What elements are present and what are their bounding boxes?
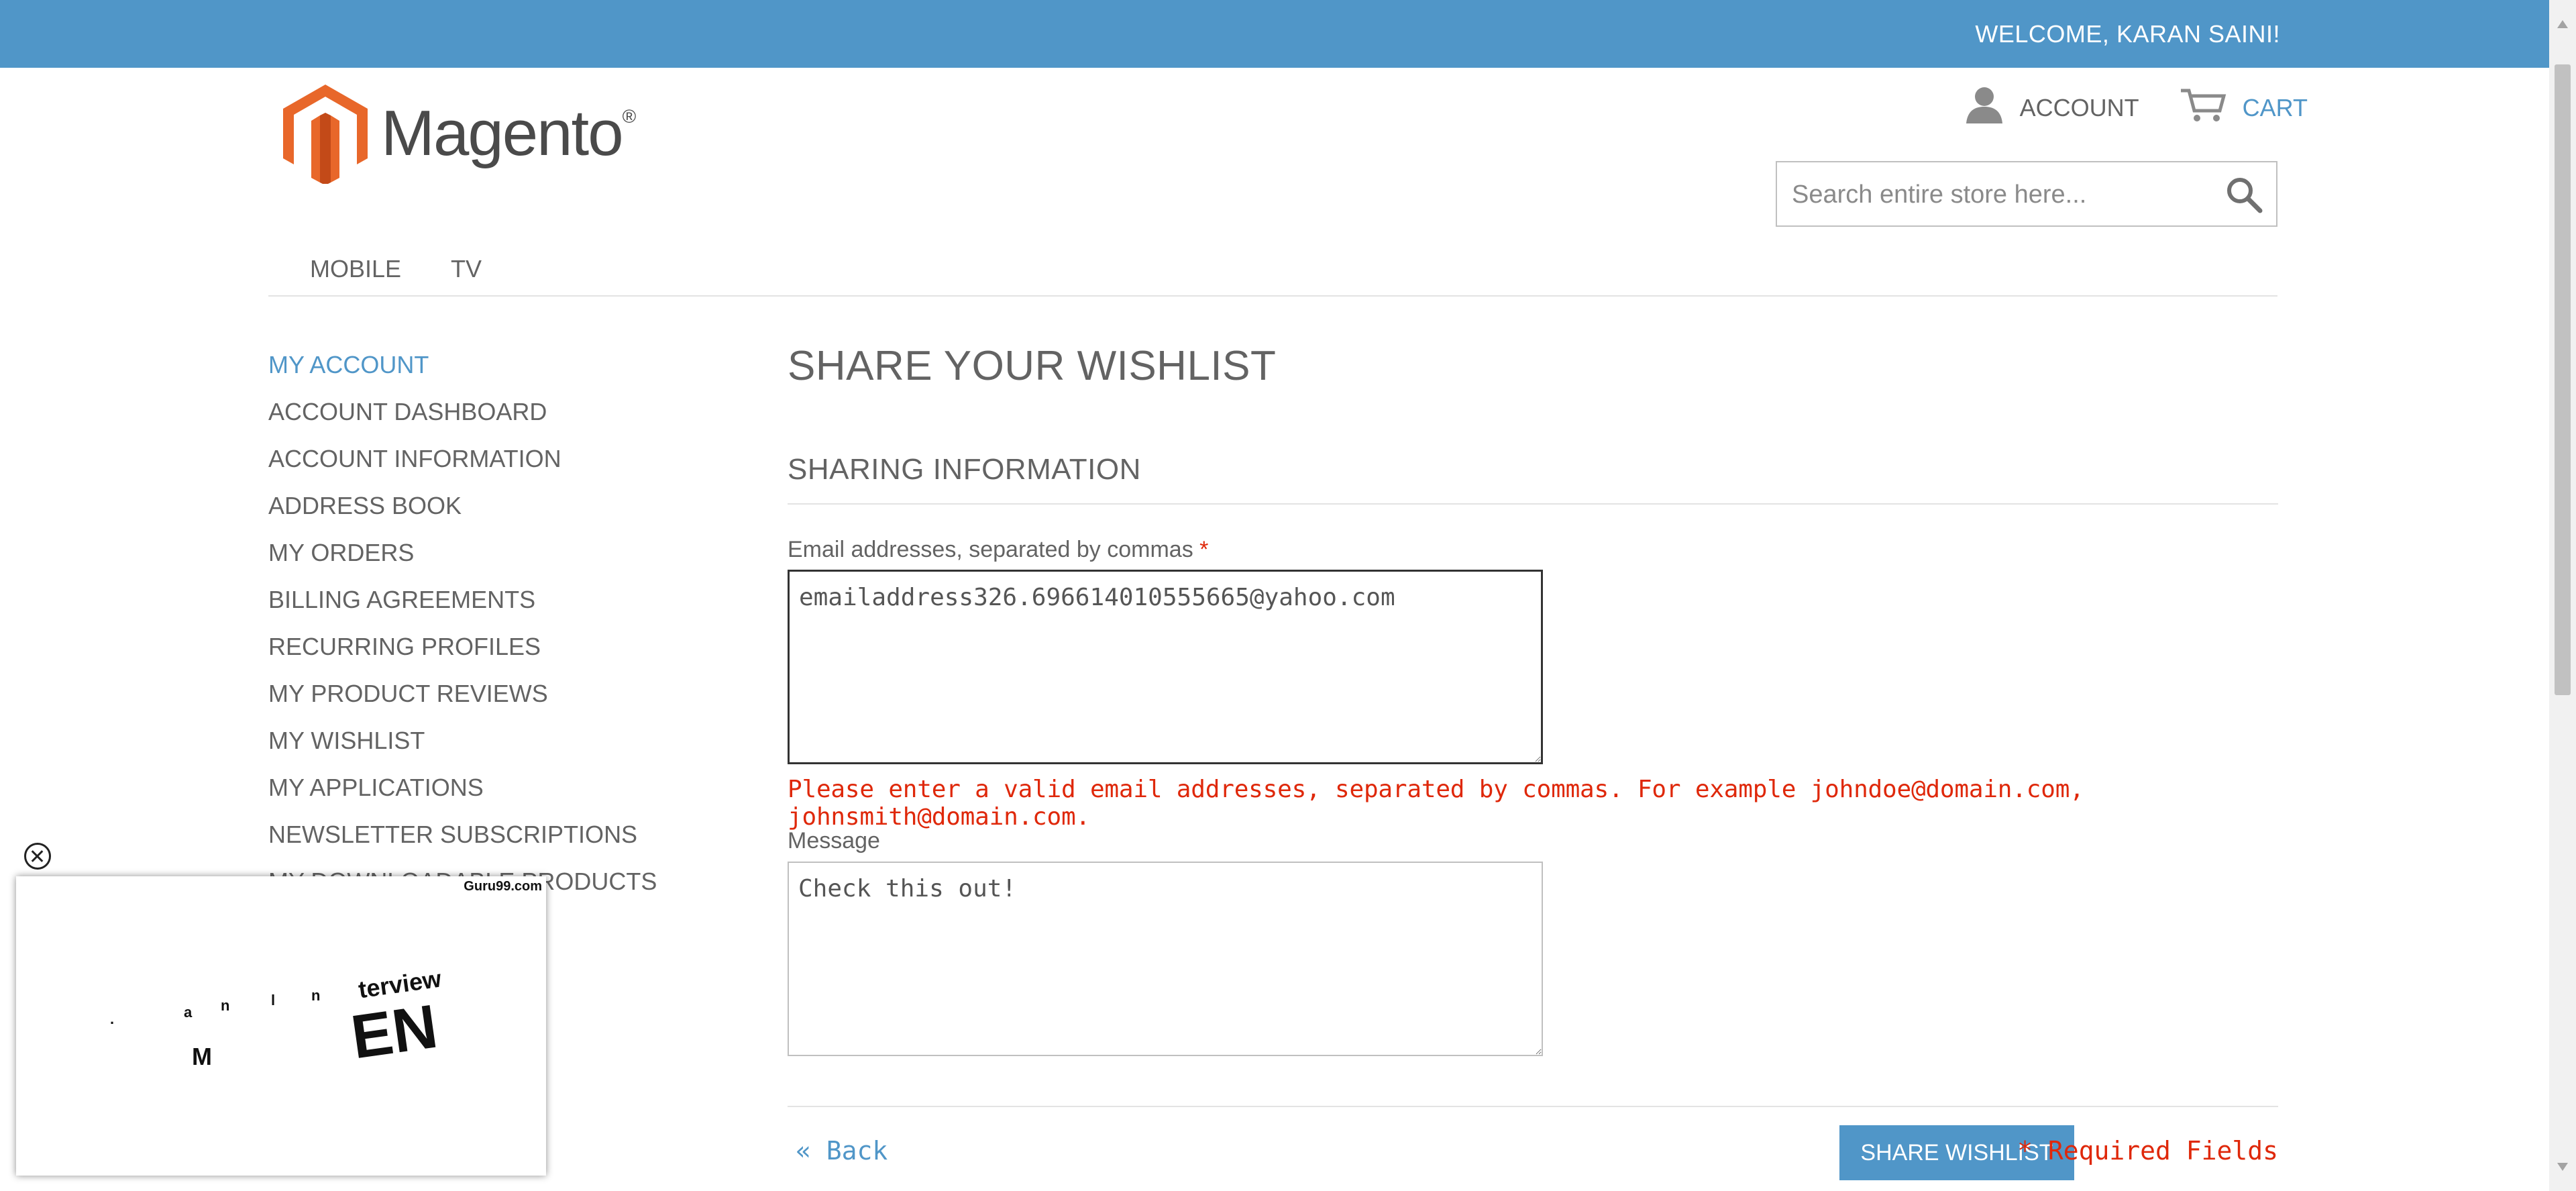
- email-label: Email addresses, separated by commas *: [788, 537, 1209, 562]
- main-nav: MOBILE TV: [268, 255, 519, 283]
- buttons-divider: [788, 1106, 2278, 1107]
- video-ad-popup[interactable]: Guru99.com . a n l n terview EN M: [16, 876, 546, 1176]
- sidebar-item-address-book[interactable]: ADDRESS BOOK: [268, 490, 657, 537]
- popup-fragment: .: [110, 1011, 115, 1027]
- back-link[interactable]: « Back: [796, 1136, 888, 1166]
- search-icon: [2227, 178, 2263, 213]
- search-box: [1776, 161, 2277, 227]
- sidebar-item-newsletter-subscriptions[interactable]: NEWSLETTER SUBSCRIPTIONS: [268, 819, 657, 866]
- sidebar-item-my-orders[interactable]: MY ORDERS: [268, 537, 657, 584]
- nav-item-tv[interactable]: TV: [451, 255, 482, 283]
- account-link[interactable]: ACCOUNT: [1965, 86, 2139, 130]
- scroll-down-arrow-icon[interactable]: [2557, 1163, 2568, 1171]
- required-fields-note: * Required Fields: [2017, 1136, 2278, 1166]
- section-title: SHARING INFORMATION: [788, 453, 1141, 486]
- page-scrollbar[interactable]: [2549, 0, 2576, 1191]
- welcome-message: WELCOME, KARAN SAINI!: [1975, 20, 2280, 48]
- nav-item-mobile[interactable]: MOBILE: [310, 255, 401, 283]
- nav-divider: [268, 295, 2277, 297]
- message-label: Message: [788, 828, 880, 853]
- popup-fragment: n: [311, 987, 321, 1004]
- email-addresses-field[interactable]: emailaddress326.696614010555665@yahoo.co…: [788, 570, 1543, 764]
- popup-fragment: n: [221, 997, 230, 1014]
- account-sidebar: MY ACCOUNT ACCOUNT DASHBOARD ACCOUNT INF…: [268, 349, 657, 913]
- user-icon: [1965, 86, 2004, 130]
- share-wishlist-form: SHARE YOUR WISHLIST SHARING INFORMATION …: [788, 342, 2278, 1180]
- page-title: SHARE YOUR WISHLIST: [788, 343, 1277, 389]
- sidebar-item-billing-agreements[interactable]: BILLING AGREEMENTS: [268, 584, 657, 631]
- sidebar-item-recurring-profiles[interactable]: RECURRING PROFILES: [268, 631, 657, 678]
- popup-brand: Guru99.com: [464, 879, 542, 894]
- account-label: ACCOUNT: [2019, 93, 2139, 121]
- search-button[interactable]: [2225, 176, 2263, 213]
- sidebar-item-my-product-reviews[interactable]: MY PRODUCT REVIEWS: [268, 678, 657, 725]
- section-divider: [788, 503, 2278, 505]
- cart-icon: [2180, 87, 2226, 129]
- cart-link[interactable]: CART: [2180, 87, 2308, 129]
- search-input[interactable]: [1790, 174, 2196, 215]
- popup-fragment: l: [271, 992, 276, 1008]
- scrollbar-thumb[interactable]: [2555, 64, 2571, 695]
- popup-word-m: M: [192, 1043, 212, 1070]
- cart-label: CART: [2242, 93, 2308, 121]
- magento-logo[interactable]: Magento®: [282, 83, 636, 185]
- email-error-message: Please enter a valid email addresses, se…: [788, 776, 2084, 831]
- magento-logo-icon: [283, 85, 368, 185]
- popup-word-en: EN: [347, 992, 442, 1072]
- sidebar-title[interactable]: MY ACCOUNT: [268, 349, 657, 396]
- header-links: ACCOUNT CART: [1965, 86, 2308, 130]
- logo-wordmark: Magento®: [381, 97, 636, 169]
- sidebar-item-account-information[interactable]: ACCOUNT INFORMATION: [268, 443, 657, 490]
- sidebar-item-my-applications[interactable]: MY APPLICATIONS: [268, 772, 657, 819]
- scroll-up-arrow-icon[interactable]: [2557, 20, 2568, 28]
- popup-fragment: a: [184, 1004, 193, 1021]
- message-field[interactable]: Check this out!: [788, 862, 1543, 1056]
- top-welcome-bar: WELCOME, KARAN SAINI!: [0, 0, 2549, 68]
- popup-close-icon[interactable]: [24, 843, 51, 870]
- sidebar-item-account-dashboard[interactable]: ACCOUNT DASHBOARD: [268, 396, 657, 443]
- sidebar-item-my-wishlist[interactable]: MY WISHLIST: [268, 725, 657, 772]
- required-star: *: [1199, 537, 1209, 562]
